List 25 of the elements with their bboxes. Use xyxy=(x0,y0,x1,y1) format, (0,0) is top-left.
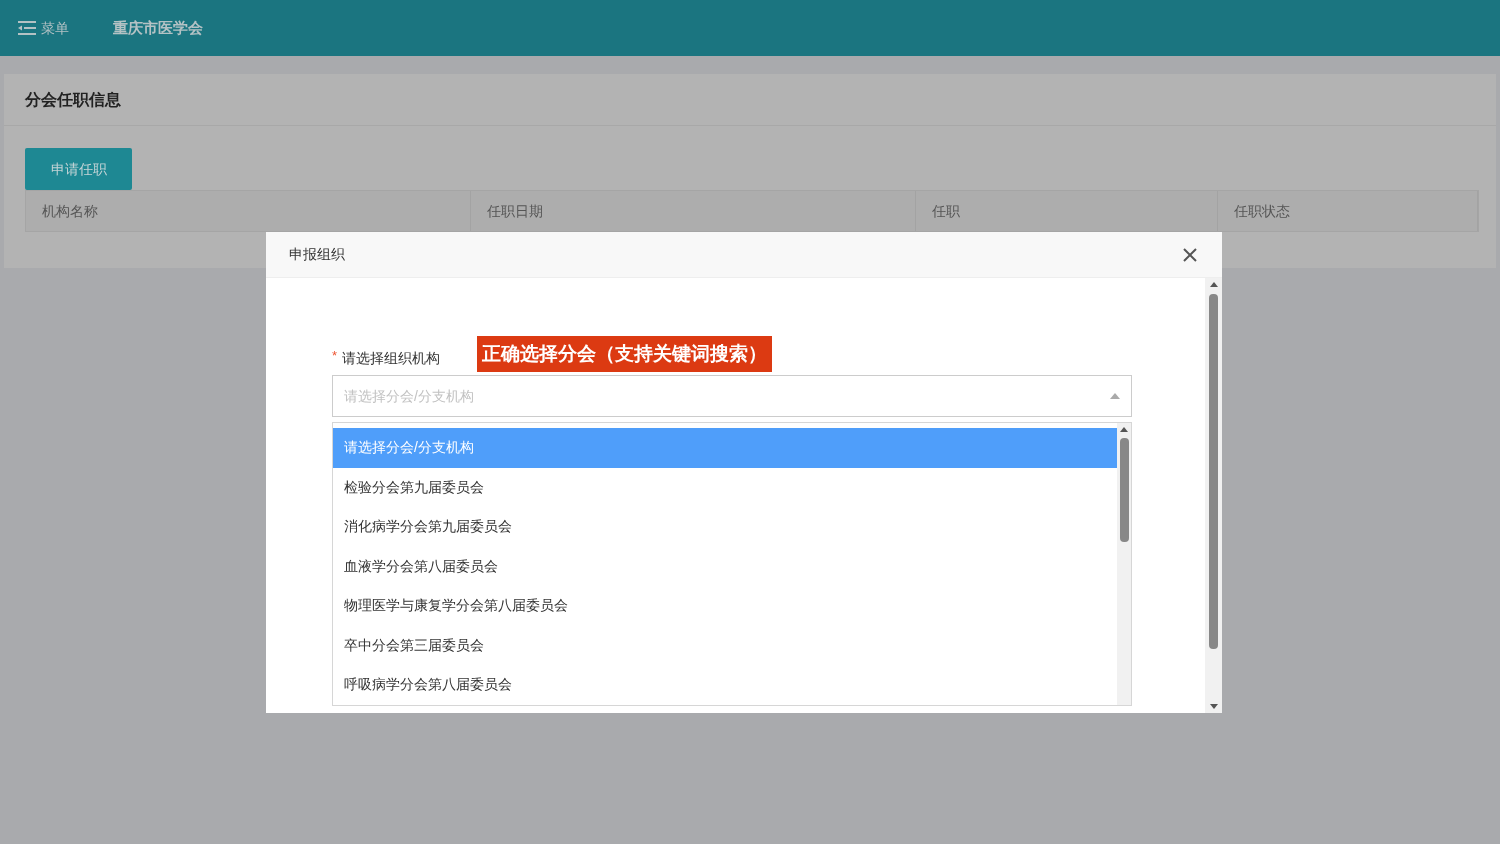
dialog-title: 申报组织 xyxy=(289,245,345,264)
dropdown-option[interactable]: 卒中分会第三届委员会 xyxy=(333,625,1117,665)
site-title: 重庆市医学会 xyxy=(113,17,203,38)
column-header: 任职 xyxy=(916,191,1218,231)
dropdown-option[interactable]: 物理医学与康复学分会第八届委员会 xyxy=(333,586,1117,626)
scrollbar-thumb[interactable] xyxy=(1119,438,1129,542)
menu-icon xyxy=(18,20,37,36)
caret-icon xyxy=(1110,393,1120,399)
column-header: 任职状态 xyxy=(1218,191,1478,231)
field-label: 请选择组织机构 xyxy=(342,348,442,368)
annotation-label: 正确选择分会（支持关键词搜索） xyxy=(477,336,773,372)
close-button[interactable] xyxy=(1181,245,1199,264)
scroll-down-icon xyxy=(1209,704,1218,709)
required-mark: * xyxy=(332,347,338,366)
card-title: 分会任职信息 xyxy=(25,89,121,110)
dropdown-option[interactable]: 消化病学分会第九届委员会 xyxy=(333,507,1117,547)
dropdown-option[interactable]: 呼吸病学分会第八届委员会 xyxy=(333,665,1117,705)
dropdown-option[interactable]: 血液学分会第八届委员会 xyxy=(333,546,1117,586)
column-header: 机构名称 xyxy=(26,191,471,231)
scroll-up-icon xyxy=(1120,427,1128,432)
scroll-up-icon xyxy=(1209,282,1218,287)
close-icon xyxy=(1183,247,1197,262)
scrollbar-thumb[interactable] xyxy=(1209,294,1218,649)
dropdown-option[interactable]: 检验分会第九届委员会 xyxy=(333,467,1117,507)
column-header: 任职日期 xyxy=(471,191,916,231)
